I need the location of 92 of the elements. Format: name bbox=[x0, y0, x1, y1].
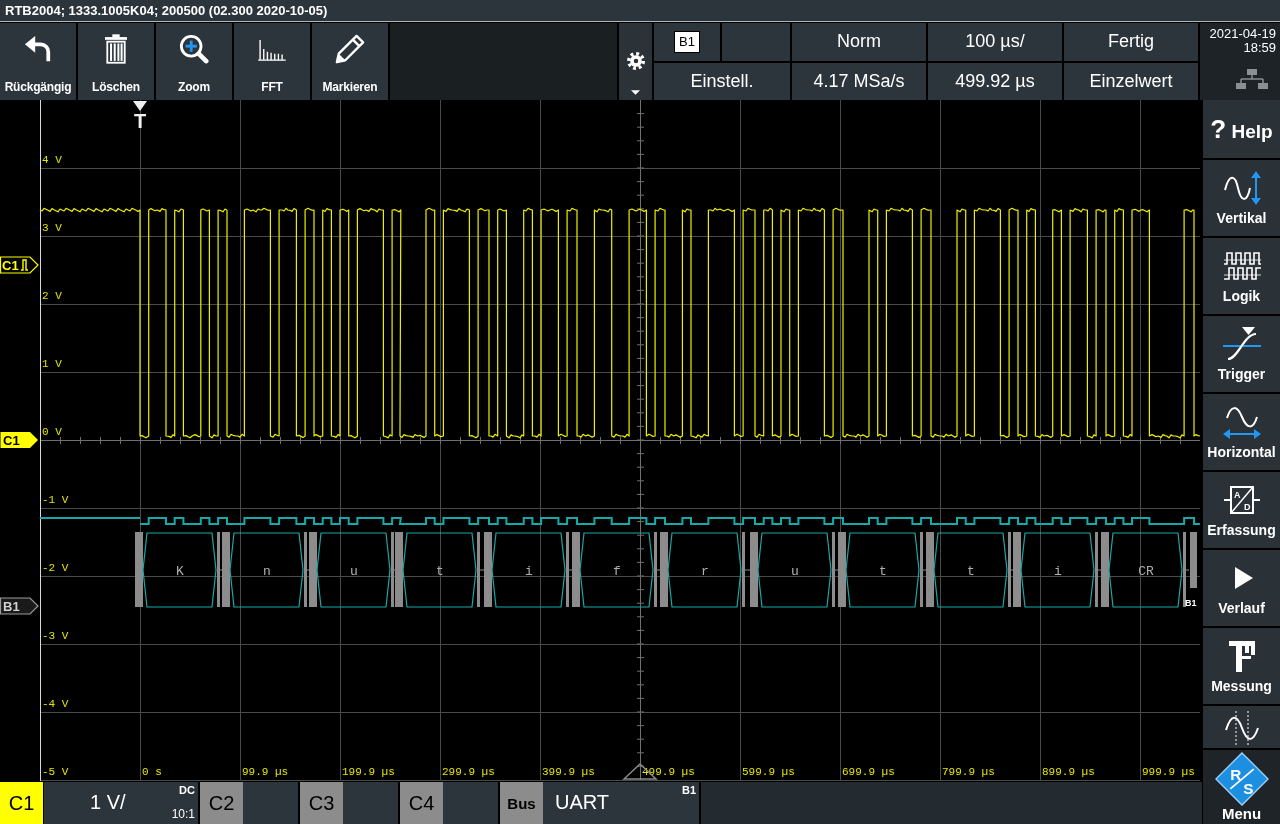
mark-button[interactable]: Markieren bbox=[312, 23, 388, 100]
axis-label: 599.9 µs bbox=[742, 766, 795, 778]
decoded-frame: i bbox=[1013, 532, 1098, 608]
measure-button[interactable]: Messung bbox=[1203, 628, 1280, 704]
axis-label: 799.9 µs bbox=[942, 766, 995, 778]
axis-label: -5 V bbox=[42, 766, 69, 778]
time-scale-button[interactable]: 100 µs/ bbox=[928, 23, 1062, 61]
axis-label: 4 V bbox=[42, 154, 62, 166]
axis-label: 99.9 µs bbox=[242, 766, 289, 778]
bus-panel[interactable]: UART B1 bbox=[543, 782, 699, 824]
trigger-mode-button[interactable]: Norm bbox=[792, 23, 926, 61]
trigger-level-marker[interactable]: C1 bbox=[0, 256, 39, 274]
acquisition-state-button[interactable]: Fertig bbox=[1064, 23, 1198, 61]
trigger-button[interactable]: Trigger bbox=[1203, 316, 1280, 392]
delete-button[interactable]: Löschen bbox=[78, 23, 154, 100]
axis-label: -1 V bbox=[42, 494, 69, 506]
axis-label: 499.9 µs bbox=[642, 766, 695, 778]
bus-label: B1 bbox=[1185, 598, 1197, 608]
decoded-frame: u bbox=[309, 532, 394, 608]
axis-label: 0 s bbox=[142, 766, 162, 778]
decoded-frame: r bbox=[660, 532, 745, 608]
bus-id-label: B1 bbox=[681, 784, 696, 796]
caret-icon bbox=[631, 90, 640, 95]
channel-button[interactable]: C2 bbox=[200, 782, 243, 824]
trash-icon bbox=[105, 34, 127, 64]
axis-label: -3 V bbox=[42, 630, 69, 642]
network-icon bbox=[1236, 69, 1268, 89]
axis-label: 2 V bbox=[42, 290, 62, 302]
trigger-label: T bbox=[133, 110, 147, 132]
cursor-button[interactable] bbox=[1203, 706, 1280, 748]
axis-label: -2 V bbox=[42, 562, 69, 574]
probe-label: 10:1 bbox=[171, 808, 195, 821]
bus-badge: B1 bbox=[674, 30, 700, 53]
axis-label: 699.9 µs bbox=[842, 766, 895, 778]
decoded-frame: f bbox=[572, 532, 657, 608]
channel-panel[interactable]: 1 V/ DC 10:1 bbox=[44, 782, 198, 824]
setup-button[interactable]: Einstell. bbox=[654, 62, 790, 100]
channel-button[interactable]: C4 bbox=[400, 782, 443, 824]
vertical-button[interactable]: Vertikal bbox=[1203, 160, 1280, 236]
decoded-frame: K bbox=[135, 532, 220, 608]
gear-icon bbox=[626, 52, 645, 70]
decoded-frame: u bbox=[750, 532, 835, 608]
menu-button[interactable]: R S Menu bbox=[1203, 750, 1280, 824]
sine-vertical-arrow-icon bbox=[1221, 170, 1262, 206]
sample-rate-button[interactable]: 4.17 MSa/s bbox=[792, 62, 926, 100]
decoded-frame: i bbox=[484, 532, 569, 608]
axis-label: 199.9 µs bbox=[342, 766, 395, 778]
spectrum-icon bbox=[257, 39, 287, 61]
decoded-frame: t bbox=[395, 532, 480, 608]
bus-button[interactable]: Bus bbox=[500, 782, 543, 824]
axis-label: 899.9 µs bbox=[1042, 766, 1095, 778]
axis-label: 0 V bbox=[42, 426, 62, 438]
sine-horizontal-arrow-icon bbox=[1221, 404, 1262, 440]
zoom-in-icon bbox=[179, 34, 209, 64]
pencil-icon bbox=[335, 34, 365, 64]
horizontal-button[interactable]: Horizontal bbox=[1203, 394, 1280, 470]
axis-label: 3 V bbox=[42, 222, 62, 234]
protocol-label: UART bbox=[554, 791, 610, 814]
logic-button[interactable]: Logik bbox=[1203, 238, 1280, 314]
scale-label: 1 V/ bbox=[90, 791, 126, 814]
axis-label: 399.9 µs bbox=[542, 766, 595, 778]
acquisition-button[interactable]: A D Erfassung bbox=[1203, 472, 1280, 548]
coupling-label: DC bbox=[179, 784, 195, 796]
decoded-frame: t bbox=[838, 532, 923, 608]
axis-label: 1 V bbox=[42, 358, 62, 370]
fft-button[interactable]: FFT bbox=[234, 23, 310, 100]
trigger-edge-icon bbox=[1221, 326, 1262, 362]
undo-button[interactable]: Rückgängig bbox=[0, 23, 76, 100]
zoom-button[interactable]: Zoom bbox=[156, 23, 232, 100]
channel-button[interactable]: C1 bbox=[0, 782, 43, 824]
pulse-icon bbox=[20, 259, 29, 271]
date-label: 2021-04-19 bbox=[1209, 27, 1276, 41]
bus-cell[interactable]: B1 bbox=[654, 23, 720, 61]
run-mode-button[interactable]: Einzelwert bbox=[1064, 62, 1198, 100]
axis-label: 999.9 µs bbox=[1142, 766, 1195, 778]
position-button[interactable]: 499.92 µs bbox=[928, 62, 1062, 100]
axis-label: -4 V bbox=[42, 698, 69, 710]
decoded-frame: n bbox=[222, 532, 307, 608]
help-button[interactable]: ? Help bbox=[1203, 100, 1280, 158]
decoded-frame: CR bbox=[1101, 532, 1186, 608]
axis-label: 299.9 µs bbox=[442, 766, 495, 778]
channel-marker[interactable]: C1 bbox=[0, 432, 38, 448]
bus-marker[interactable]: B1 bbox=[0, 597, 39, 615]
partial-frame bbox=[1190, 532, 1197, 588]
logo: R S bbox=[1214, 752, 1269, 806]
channel-button[interactable]: C3 bbox=[300, 782, 343, 824]
undo-icon bbox=[24, 34, 52, 64]
history-button[interactable]: Verlauf bbox=[1203, 550, 1280, 626]
time-label: 18:59 bbox=[1243, 41, 1276, 55]
window-title: RTB2004; 1333.1005K04; 200500 (02.300 2020-10-05) bbox=[5, 3, 328, 18]
settings-button[interactable] bbox=[619, 23, 652, 100]
decoded-frame: t bbox=[926, 532, 1011, 608]
